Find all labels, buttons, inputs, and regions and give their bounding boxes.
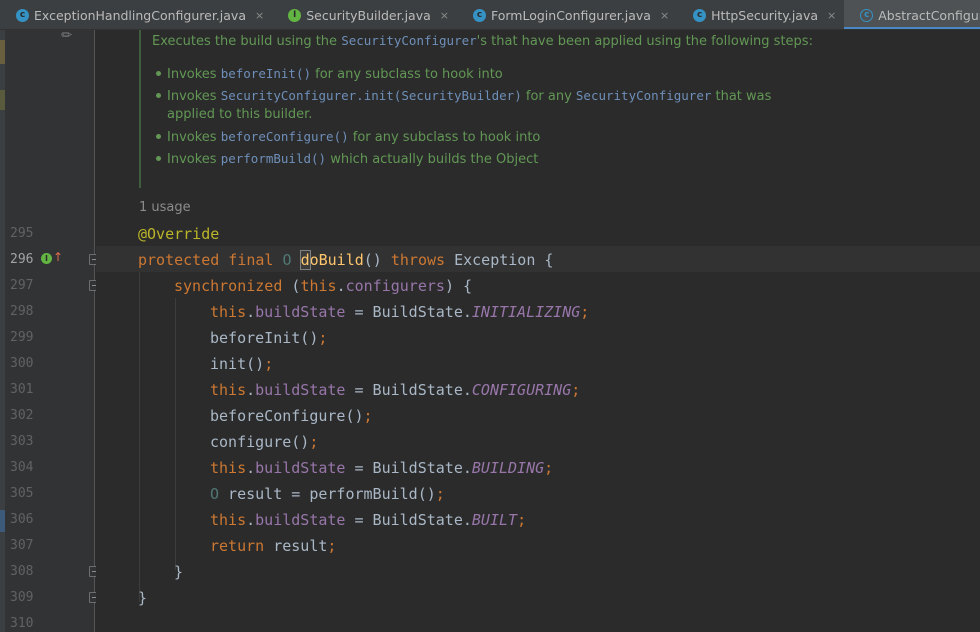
tab-http-security[interactable]: c HttpSecurity.java ×	[677, 0, 844, 29]
line-number: 309	[10, 590, 34, 605]
error-stripe-left	[0, 30, 5, 632]
override-arrow-icon[interactable]: ↑	[53, 250, 63, 264]
javadoc-link[interactable]: beforeConfigure()	[221, 129, 349, 144]
interface-icon: I	[288, 8, 302, 22]
code-line[interactable]: synchronized (this.configurers) {	[174, 273, 472, 299]
tab-label: HttpSecurity.java	[711, 7, 819, 23]
bullet-icon	[156, 93, 161, 98]
code-line[interactable]: this.buildState = BuildState.BUILT;	[210, 507, 526, 533]
javadoc-intro: Executes the build using the SecurityCon…	[152, 33, 813, 49]
change-marker[interactable]	[0, 40, 5, 64]
code-line[interactable]: this.buildState = BuildState.BUILDING;	[210, 455, 553, 481]
code-line[interactable]: this.buildState = BuildState.INITIALIZIN…	[210, 299, 589, 325]
tab-label: ExceptionHandlingConfigurer.java	[34, 7, 246, 23]
editor-tab-bar: c ExceptionHandlingConfigurer.java × I S…	[0, 0, 980, 30]
change-marker[interactable]	[0, 510, 5, 532]
line-number: 297	[10, 278, 34, 293]
javadoc-link[interactable]: SecurityConfigurer	[576, 88, 711, 103]
line-number: 305	[10, 486, 34, 501]
close-icon[interactable]: ×	[440, 9, 449, 22]
tab-exception-handling-configurer[interactable]: c ExceptionHandlingConfigurer.java ×	[0, 0, 272, 29]
bullet-icon	[156, 134, 161, 139]
class-icon: c	[693, 8, 707, 22]
implements-method-icon[interactable]: I	[41, 253, 52, 264]
code-line[interactable]: this.buildState = BuildState.CONFIGURING…	[210, 377, 580, 403]
tab-security-builder[interactable]: I SecurityBuilder.java ×	[272, 0, 457, 29]
tab-label: FormLoginConfigurer.java	[490, 7, 651, 23]
line-number-current: 296	[10, 252, 34, 267]
tab-form-login-configurer[interactable]: c FormLoginConfigurer.java ×	[457, 0, 677, 29]
close-icon[interactable]: ×	[255, 9, 264, 22]
line-number: 295	[10, 226, 34, 241]
indent-guide	[175, 298, 176, 570]
javadoc-link[interactable]: beforeInit()	[221, 66, 311, 81]
line-number: 307	[10, 538, 34, 553]
javadoc-list-item: Invokes performBuild() which actually bu…	[152, 150, 538, 169]
annotation: @Override	[138, 225, 220, 243]
javadoc-link[interactable]: performBuild()	[221, 151, 326, 166]
bullet-icon	[156, 71, 161, 76]
tab-abstract-configured-security-builder[interactable]: c AbstractConfiguredSecurityBuilder.java	[844, 0, 980, 29]
indent-guide	[139, 272, 140, 602]
code-line[interactable]: }	[138, 585, 147, 611]
method-name: oBuild	[309, 251, 364, 269]
code-line-current[interactable]: protected final O doBuild() throws Excep…	[138, 247, 553, 273]
javadoc-link[interactable]: SecurityConfigurer	[341, 33, 476, 48]
bullet-icon	[156, 156, 161, 161]
javadoc-list-item: Invokes beforeConfigure() for any subcla…	[152, 128, 540, 147]
line-number: 300	[10, 356, 34, 371]
tab-label: AbstractConfiguredSecurityBuilder.java	[878, 7, 980, 23]
line-number: 303	[10, 434, 34, 449]
code-line[interactable]: beforeInit();	[210, 325, 327, 351]
code-line[interactable]: }	[174, 559, 183, 585]
line-number: 304	[10, 460, 34, 475]
line-number: 298	[10, 304, 34, 319]
line-number: 302	[10, 408, 34, 423]
code-line[interactable]: return result;	[210, 533, 336, 559]
line-number: 308	[10, 564, 34, 579]
tab-label: SecurityBuilder.java	[306, 7, 431, 23]
class-icon: c	[472, 8, 486, 22]
abstract-class-icon: c	[860, 8, 874, 22]
line-number: 301	[10, 382, 34, 397]
code-line[interactable]: @Override	[138, 221, 219, 247]
close-icon[interactable]: ×	[827, 9, 836, 22]
javadoc-list-item: Invokes beforeInit() for any subclass to…	[152, 65, 503, 84]
line-number: 299	[10, 330, 34, 345]
javadoc-list-item: Invokes SecurityConfigurer.init(Security…	[152, 87, 771, 106]
rendered-javadoc-border	[139, 30, 141, 188]
code-line[interactable]: configure();	[210, 429, 318, 455]
code-line[interactable]: beforeConfigure();	[210, 403, 373, 429]
text-caret: d	[299, 250, 311, 270]
class-icon: c	[16, 8, 29, 22]
usages-inlay-hint[interactable]: 1 usage	[139, 199, 191, 217]
line-number: 306	[10, 512, 34, 527]
code-line[interactable]: O result = performBuild();	[210, 481, 445, 507]
code-line[interactable]: init();	[210, 351, 273, 377]
javadoc-list-item-continuation: applied to this builder.	[167, 107, 313, 122]
javadoc-link[interactable]: SecurityConfigurer.init(SecurityBuilder)	[221, 88, 522, 103]
line-number: 310	[10, 616, 34, 631]
change-marker[interactable]	[0, 90, 5, 110]
close-icon[interactable]: ×	[660, 9, 669, 22]
